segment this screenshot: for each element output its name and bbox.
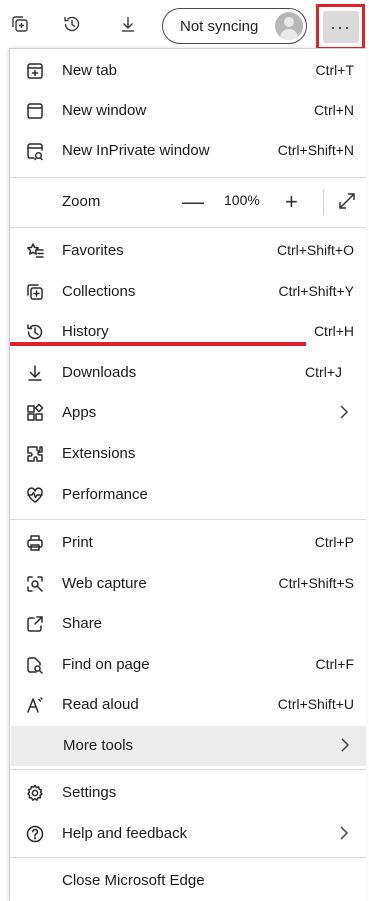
menu-item-share[interactable]: Share xyxy=(10,604,356,644)
menu-item-shortcut: Ctrl+N xyxy=(313,102,354,118)
menu-item-history[interactable]: History Ctrl+H xyxy=(10,312,356,352)
menu-item-label: Favorites xyxy=(62,242,124,259)
menu-item-label: Performance xyxy=(62,486,148,503)
menu-item-downloads[interactable]: Downloads Ctrl+J xyxy=(10,353,356,393)
menu-divider xyxy=(10,519,366,520)
menu-item-print[interactable]: Print Ctrl+P xyxy=(10,523,356,563)
chevron-right-icon xyxy=(337,735,353,755)
chevron-right-icon xyxy=(336,402,352,422)
menu-item-label: Read aloud xyxy=(62,696,139,713)
menu-item-label: History xyxy=(62,323,109,340)
zoom-out-button[interactable]: — xyxy=(182,189,204,215)
menu-item-shortcut: Ctrl+Shift+U xyxy=(277,696,354,712)
menu-item-close-edge[interactable]: Close Microsoft Edge xyxy=(10,861,356,901)
web-capture-icon xyxy=(24,573,46,595)
menu-item-find-on-page[interactable]: Find on page Ctrl+F xyxy=(10,645,356,685)
menu-item-help-and-feedback[interactable]: Help and feedback xyxy=(10,814,356,854)
history-icon xyxy=(24,321,46,343)
favorites-icon xyxy=(24,240,46,262)
browser-toolbar: Not syncing ··· xyxy=(0,0,369,54)
menu-item-web-capture[interactable]: Web capture Ctrl+Shift+S xyxy=(10,564,356,604)
menu-item-performance[interactable]: Performance xyxy=(10,475,356,515)
collections-icon[interactable] xyxy=(8,12,32,36)
new-window-icon xyxy=(24,100,46,122)
menu-item-label: Print xyxy=(62,534,93,551)
menu-item-shortcut: Ctrl+Shift+N xyxy=(277,142,354,158)
menu-item-label: More tools xyxy=(63,737,134,754)
settings-gear-icon xyxy=(24,782,46,804)
menu-item-shortcut: Ctrl+J xyxy=(305,364,342,380)
settings-and-more-menu: New tab Ctrl+T New window Ctrl+N New InP… xyxy=(9,48,366,901)
menu-item-shortcut: Ctrl+Shift+O xyxy=(276,242,354,258)
inprivate-icon xyxy=(24,140,46,162)
menu-item-shortcut: Ctrl+T xyxy=(315,62,355,78)
menu-item-apps[interactable]: Apps xyxy=(10,393,356,433)
apps-icon xyxy=(24,402,46,424)
zoom-in-button[interactable]: + xyxy=(285,189,298,215)
share-icon xyxy=(24,613,46,635)
menu-item-shortcut: Ctrl+Shift+S xyxy=(278,575,354,591)
print-icon xyxy=(24,532,46,554)
menu-divider xyxy=(10,857,366,858)
menu-item-settings[interactable]: Settings xyxy=(10,773,356,813)
menu-item-favorites[interactable]: Favorites Ctrl+Shift+O xyxy=(10,231,356,271)
collections-icon xyxy=(24,281,46,303)
menu-item-new-window[interactable]: New window Ctrl+N xyxy=(10,91,356,131)
menu-item-collections[interactable]: Collections Ctrl+Shift+Y xyxy=(10,272,356,312)
new-tab-icon xyxy=(24,60,46,82)
menu-item-label: Collections xyxy=(62,283,136,300)
extensions-icon xyxy=(24,443,46,465)
menu-item-label: Apps xyxy=(62,404,97,421)
menu-item-new-tab[interactable]: New tab Ctrl+T xyxy=(10,51,356,91)
menu-divider xyxy=(10,227,366,228)
menu-item-label: Extensions xyxy=(62,445,136,462)
avatar-icon xyxy=(275,12,303,40)
zoom-value: 100% xyxy=(224,192,260,208)
menu-item-label: Share xyxy=(62,615,103,632)
menu-item-label: Help and feedback xyxy=(62,825,188,842)
menu-item-label: New window xyxy=(62,102,147,119)
menu-item-label: Web capture xyxy=(62,575,147,592)
zoom-label: Zoom xyxy=(62,193,101,210)
menu-item-label: New InPrivate window xyxy=(62,142,210,159)
menu-divider xyxy=(10,769,366,770)
settings-and-more-button[interactable]: ··· xyxy=(316,4,365,50)
read-aloud-icon xyxy=(24,694,46,716)
menu-item-shortcut: Ctrl+Shift+Y xyxy=(278,283,354,299)
find-on-page-icon xyxy=(24,654,46,676)
downloads-icon xyxy=(24,362,46,384)
more-dots-icon: ··· xyxy=(322,11,359,43)
menu-divider xyxy=(10,177,366,178)
menu-item-new-inprivate-window[interactable]: New InPrivate window Ctrl+Shift+N xyxy=(10,131,356,171)
history-icon[interactable] xyxy=(60,12,84,36)
menu-item-zoom: Zoom — 100% + xyxy=(10,181,356,223)
fullscreen-icon[interactable] xyxy=(336,190,358,212)
menu-item-label: New tab xyxy=(62,62,118,79)
profile-button[interactable]: Not syncing xyxy=(162,8,307,44)
help-icon xyxy=(24,823,46,845)
zoom-separator xyxy=(323,189,324,215)
menu-item-label: Close Microsoft Edge xyxy=(62,872,205,889)
menu-item-shortcut: Ctrl+H xyxy=(313,323,354,339)
menu-item-shortcut: Ctrl+F xyxy=(315,656,355,672)
menu-item-extensions[interactable]: Extensions xyxy=(10,434,356,474)
menu-item-label: Downloads xyxy=(62,364,137,381)
menu-item-label: Settings xyxy=(62,784,117,801)
menu-item-read-aloud[interactable]: Read aloud Ctrl+Shift+U xyxy=(10,685,356,725)
menu-item-more-tools[interactable]: More tools xyxy=(11,726,366,766)
chevron-right-icon xyxy=(336,823,352,843)
downloads-icon[interactable] xyxy=(116,12,140,36)
annotation-underline xyxy=(10,342,306,346)
menu-item-label: Find on page xyxy=(62,656,150,673)
menu-item-shortcut: Ctrl+P xyxy=(314,534,354,550)
performance-icon xyxy=(24,484,46,506)
profile-label: Not syncing xyxy=(180,17,259,35)
